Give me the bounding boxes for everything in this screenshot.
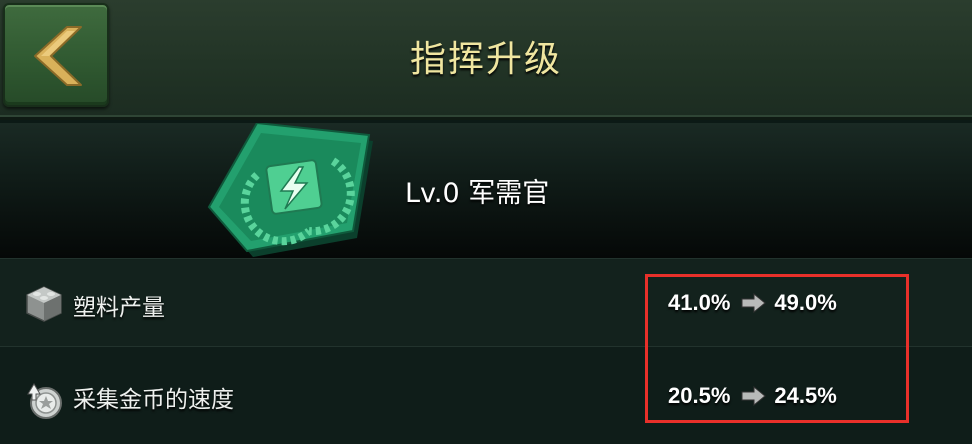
rank-panel: Lv.0 军需官 (0, 123, 972, 258)
stat-next-value: 49.0% (774, 290, 837, 315)
arrow-right-icon (741, 385, 767, 407)
stat-row-coin-gather: 采集金币的速度 20.5% 24.5% (0, 346, 972, 444)
stat-current-value: 41.0% (668, 290, 731, 315)
lightning-laurel-badge-icon (207, 123, 373, 257)
stat-label: 塑料产量 (73, 295, 165, 321)
stat-label: 采集金币的速度 (73, 387, 234, 413)
stat-values: 41.0% 49.0% (668, 290, 837, 316)
coin-gather-icon (27, 383, 62, 419)
stat-values: 20.5% 24.5% (668, 383, 837, 409)
stat-next-value: 24.5% (774, 383, 837, 408)
plastic-block-icon (26, 286, 62, 322)
arrow-right-icon (741, 292, 767, 314)
stat-current-value: 20.5% (668, 383, 731, 408)
header-bar: 指挥升级 (0, 0, 972, 120)
stat-row-plastic: 塑料产量 41.0% 49.0% (0, 258, 972, 346)
page-title: 指挥升级 (409, 39, 562, 80)
rank-level-title: Lv.0 军需官 (405, 178, 550, 209)
